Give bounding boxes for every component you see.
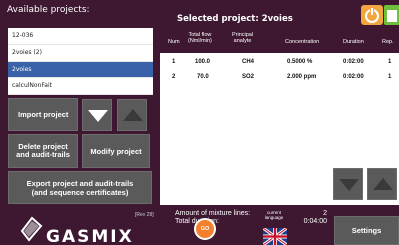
modify-project-button[interactable]: Modify project	[82, 134, 150, 168]
cell-flow: 70.0	[197, 74, 209, 80]
settings-button[interactable]: Settings	[334, 216, 399, 245]
table-scroll-down-button[interactable]	[333, 168, 363, 200]
project-item-selected[interactable]: 2voies	[8, 61, 153, 79]
mixture-lines-label: Amount of mixture lines:	[175, 210, 251, 217]
header-flow: Total flow (Nml/min)	[188, 32, 212, 44]
header-concentration: Concentration	[285, 39, 320, 45]
cell-rep: 1	[388, 74, 392, 80]
cell-concentration: 0.5000 %	[287, 59, 313, 65]
current-language-label: current language	[259, 210, 289, 220]
revision-label: [Rev 28]	[135, 212, 154, 218]
header-flow-line2: (Nml/min)	[188, 38, 212, 44]
table-row[interactable]: 1 100.0 CH4 0.5000 % 0:02:00 1	[160, 55, 399, 69]
modify-project-label: Modify project	[90, 146, 142, 156]
cell-analyte: SO2	[242, 74, 255, 80]
export-label-line1: Export project and audit-trails	[26, 178, 134, 188]
import-project-button[interactable]: Import project	[8, 98, 78, 131]
gasmix-app-window: Available projects: 12-036 2voies (2) 2v…	[0, 0, 399, 245]
delete-label-line2: and audit-trails	[16, 150, 70, 159]
cell-rep: 1	[388, 59, 392, 65]
arrow-down-icon	[88, 110, 108, 122]
project-item[interactable]: 2voies (2)	[8, 45, 153, 62]
settings-label: Settings	[351, 226, 382, 235]
header-analyte: Principal analyte	[232, 32, 253, 44]
language-label-line2: language	[264, 215, 284, 220]
cell-duration: 0:02:00	[343, 74, 364, 80]
export-project-button[interactable]: Export project and audit-trails (and seq…	[8, 171, 152, 204]
project-item[interactable]: calculNonFait	[8, 78, 153, 95]
cell-analyte: CH4	[242, 59, 255, 65]
scroll-down-button[interactable]	[82, 99, 112, 131]
uk-flag-icon[interactable]	[263, 228, 287, 245]
top-icons	[361, 5, 399, 27]
power-icon[interactable]	[361, 5, 383, 25]
arrow-down-icon	[339, 179, 359, 191]
header-num: Num	[168, 39, 180, 45]
cell-num: 1	[172, 59, 176, 65]
projects-list[interactable]: 12-036 2voies (2) 2voies calculNonFait	[8, 28, 153, 95]
header-analyte-line2: analyte	[233, 38, 252, 44]
import-project-label: Import project	[18, 110, 69, 119]
delete-project-label: Delete project and audit-trails	[16, 143, 70, 159]
sequence-table-header: Num Total flow (Nml/min) Principal analy…	[160, 30, 399, 52]
cell-concentration: 2.000 ppm	[287, 74, 317, 80]
total-duration-value: 0:04:00	[303, 218, 327, 225]
sequence-table[interactable]: 1 100.0 CH4 0.5000 % 0:02:00 1 2 70.0 SO…	[160, 53, 399, 205]
available-projects-title: Available projects:	[7, 5, 90, 15]
header-rep: Rep.	[382, 39, 394, 45]
export-label-line2: (and sequence certificates)	[31, 187, 129, 197]
table-row[interactable]: 2 70.0 SO2 2.000 ppm 0:02:00 1	[160, 70, 399, 84]
mixture-lines-value: 2	[323, 210, 327, 217]
go-button[interactable]: GO	[194, 218, 216, 240]
summary-values: 2 0:04:00	[300, 210, 327, 226]
delete-project-button[interactable]: Delete project and audit-trails	[8, 134, 78, 168]
scroll-up-button[interactable]	[117, 99, 147, 131]
cell-duration: 0:02:00	[343, 59, 364, 65]
export-project-label: Export project and audit-trails (and seq…	[27, 179, 134, 197]
selected-project-title: Selected project: 2voies	[177, 14, 293, 24]
table-scroll-up-button[interactable]	[367, 168, 397, 200]
go-label: GO	[200, 226, 210, 232]
arrow-up-icon	[373, 178, 393, 190]
project-item[interactable]: 12-036	[8, 28, 153, 45]
arrow-up-icon	[123, 109, 143, 121]
logo-text: GASMIX	[46, 227, 134, 245]
cell-flow: 100.0	[195, 59, 211, 65]
logo-diamond-icon	[20, 216, 43, 242]
header-duration: Duration	[343, 39, 364, 45]
document-icon[interactable]	[384, 5, 399, 25]
cell-num: 2	[172, 74, 176, 80]
